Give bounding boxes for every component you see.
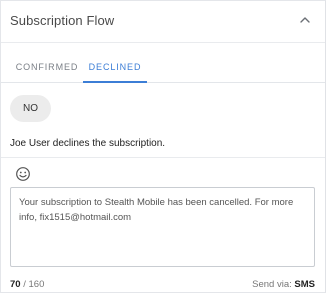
tab-declined[interactable]: DECLINED bbox=[83, 53, 147, 83]
character-counter: 70 / 160 bbox=[10, 279, 44, 290]
panel-header[interactable]: Subscription Flow bbox=[1, 1, 325, 43]
smiley-icon[interactable] bbox=[15, 166, 31, 182]
panel-title: Subscription Flow bbox=[10, 13, 115, 28]
send-via-label: Send via: bbox=[252, 279, 295, 290]
message-composer: Your subscription to Stealth Mobile has … bbox=[1, 157, 325, 294]
send-via-channel[interactable]: SMS bbox=[294, 279, 315, 290]
subscription-flow-panel: Subscription Flow CONFIRMED DECLINED NO … bbox=[0, 0, 326, 293]
character-count-used: 70 bbox=[10, 279, 21, 290]
message-textarea[interactable]: Your subscription to Stealth Mobile has … bbox=[10, 187, 315, 267]
send-via: Send via: SMS bbox=[252, 279, 315, 290]
flow-tabs: CONFIRMED DECLINED bbox=[1, 53, 325, 83]
character-count-separator: / bbox=[20, 279, 29, 290]
chevron-up-icon[interactable] bbox=[297, 12, 313, 28]
reply-bubble: NO bbox=[10, 95, 51, 122]
event-description: Joe User declines the subscription. bbox=[10, 138, 166, 149]
tab-confirmed[interactable]: CONFIRMED bbox=[11, 53, 83, 83]
character-count-max: 160 bbox=[28, 279, 45, 290]
